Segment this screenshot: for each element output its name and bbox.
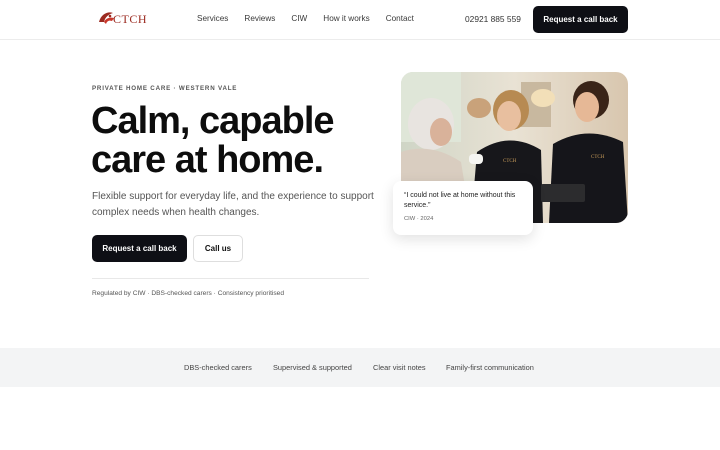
feature-visit-notes: Clear visit notes — [373, 363, 426, 372]
call-us-button[interactable]: Call us — [193, 235, 243, 262]
svg-text:CTCH: CTCH — [591, 155, 605, 160]
feature-dbs-checked: DBS-checked carers — [184, 363, 252, 372]
logo[interactable]: CTCH — [95, 8, 147, 30]
hero-headline: Calm, capable care at home. — [91, 100, 335, 181]
hero-subtitle: Flexible support for everyday life, and … — [92, 191, 374, 218]
phone-link[interactable]: 02921 885 559 — [465, 14, 521, 24]
hero-callback-button[interactable]: Request a call back — [92, 235, 187, 262]
feature-supervised: Supervised & supported — [273, 363, 352, 372]
site-header: CTCH Services Reviews CIW How it works C… — [0, 0, 720, 40]
testimonial-card: “I could not live at home without this s… — [393, 181, 533, 235]
features-band: DBS-checked carers Supervised & supporte… — [0, 348, 720, 387]
main-nav: Services Reviews CIW How it works Contac… — [197, 14, 430, 23]
logo-text: CTCH — [113, 11, 148, 26]
hero-divider — [92, 278, 369, 279]
nav-item-services[interactable]: Services — [197, 14, 228, 23]
headline-line-1: Calm, capable — [91, 100, 335, 142]
svg-text:CTCH: CTCH — [503, 159, 517, 164]
nav-item-contact[interactable]: Contact — [386, 14, 414, 23]
testimonial-meta: CIW · 2024 — [404, 216, 434, 222]
testimonial-quote: “I could not live at home without this s… — [404, 192, 516, 209]
trust-line: Regulated by CIW · DBS-checked carers · … — [92, 290, 285, 297]
nav-item-how-it-works[interactable]: How it works — [323, 14, 369, 23]
hero-eyebrow: PRIVATE HOME CARE · WESTERN VALE — [92, 85, 238, 92]
nav-item-ciw[interactable]: CIW — [291, 14, 307, 23]
headline-line-2: care at home. — [91, 139, 324, 181]
header-callback-button[interactable]: Request a call back — [533, 6, 628, 33]
feature-family-first: Family-first communication — [446, 363, 534, 372]
nav-item-reviews[interactable]: Reviews — [244, 14, 275, 23]
